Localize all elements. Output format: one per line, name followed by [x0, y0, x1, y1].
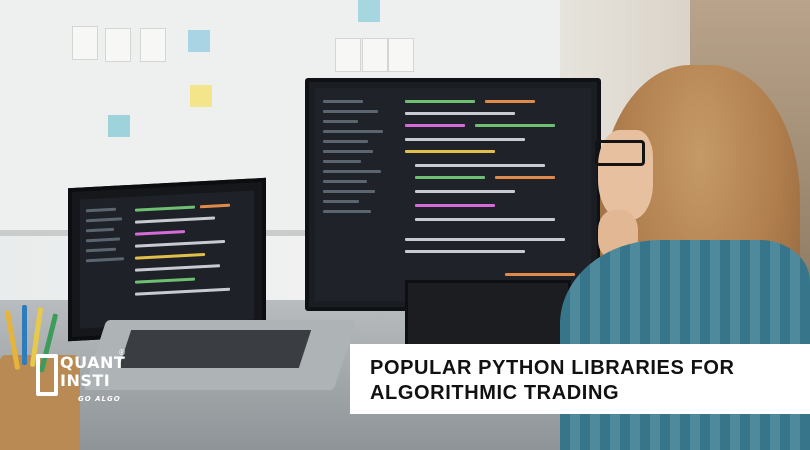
- code-line: [86, 227, 114, 233]
- logo-line-2: INSTI: [60, 371, 111, 390]
- pinned-paper: [362, 38, 388, 72]
- code-line: [405, 100, 475, 103]
- code-line: [86, 217, 122, 223]
- logo-mark-icon: [36, 354, 58, 396]
- code-line: [405, 250, 525, 253]
- headline-text: POPULAR PYTHON LIBRARIES FOR ALGORITHMIC…: [370, 357, 735, 404]
- pinned-paper: [388, 38, 414, 72]
- code-line: [415, 204, 495, 207]
- pinned-paper: [72, 26, 98, 60]
- code-line: [495, 176, 555, 179]
- code-line: [405, 138, 525, 141]
- code-line: [405, 112, 515, 115]
- code-line: [135, 253, 205, 260]
- code-line: [135, 287, 230, 296]
- pencil: [22, 305, 27, 365]
- sticky-note: [188, 30, 210, 52]
- headline-banner: POPULAR PYTHON LIBRARIES FOR ALGORITHMIC…: [350, 344, 810, 414]
- code-line: [323, 110, 378, 113]
- code-line: [200, 203, 230, 209]
- code-line: [86, 237, 120, 243]
- eyeglasses: [595, 140, 645, 166]
- code-line: [135, 230, 185, 236]
- quantinsti-logo: QUANT INSTI ® GO ALGO: [30, 348, 130, 410]
- code-line: [135, 239, 225, 248]
- code-line: [323, 160, 361, 163]
- code-line: [323, 210, 371, 213]
- code-line: [505, 273, 575, 276]
- sticky-note: [358, 0, 380, 22]
- code-line: [415, 164, 545, 167]
- code-line: [135, 216, 215, 224]
- logo-tagline: GO ALGO: [78, 395, 121, 403]
- code-editor-screen: [315, 88, 591, 301]
- laptop-code-screen: [80, 190, 254, 329]
- sticky-note: [190, 85, 212, 107]
- code-line: [323, 120, 358, 123]
- code-line: [323, 170, 381, 173]
- code-line: [135, 277, 195, 284]
- code-line: [323, 190, 375, 193]
- code-line: [475, 124, 555, 127]
- code-line: [135, 264, 220, 272]
- code-line: [405, 238, 565, 241]
- code-line: [323, 130, 383, 133]
- code-line: [323, 200, 359, 203]
- code-line: [86, 257, 124, 263]
- code-line: [323, 180, 367, 183]
- code-line: [323, 100, 363, 103]
- code-line: [485, 100, 535, 103]
- code-line: [405, 124, 465, 127]
- pinned-paper: [140, 28, 166, 62]
- code-line: [323, 150, 373, 153]
- laptop-screen: [68, 177, 266, 342]
- code-line: [415, 190, 515, 193]
- laptop-keyboard: [118, 330, 312, 368]
- code-line: [405, 150, 495, 153]
- code-line: [86, 207, 116, 213]
- code-line: [415, 176, 485, 179]
- logo-wordmark: QUANT INSTI: [60, 354, 125, 390]
- pinned-paper: [105, 28, 131, 62]
- pinned-paper: [335, 38, 361, 72]
- registered-mark: ®: [118, 348, 126, 357]
- sticky-note: [108, 115, 130, 137]
- code-line: [135, 205, 195, 212]
- desktop-monitor: [305, 78, 601, 311]
- code-line: [323, 140, 368, 143]
- code-line: [86, 247, 116, 253]
- code-line: [415, 218, 555, 221]
- logo-line-1: QUANT: [60, 353, 126, 372]
